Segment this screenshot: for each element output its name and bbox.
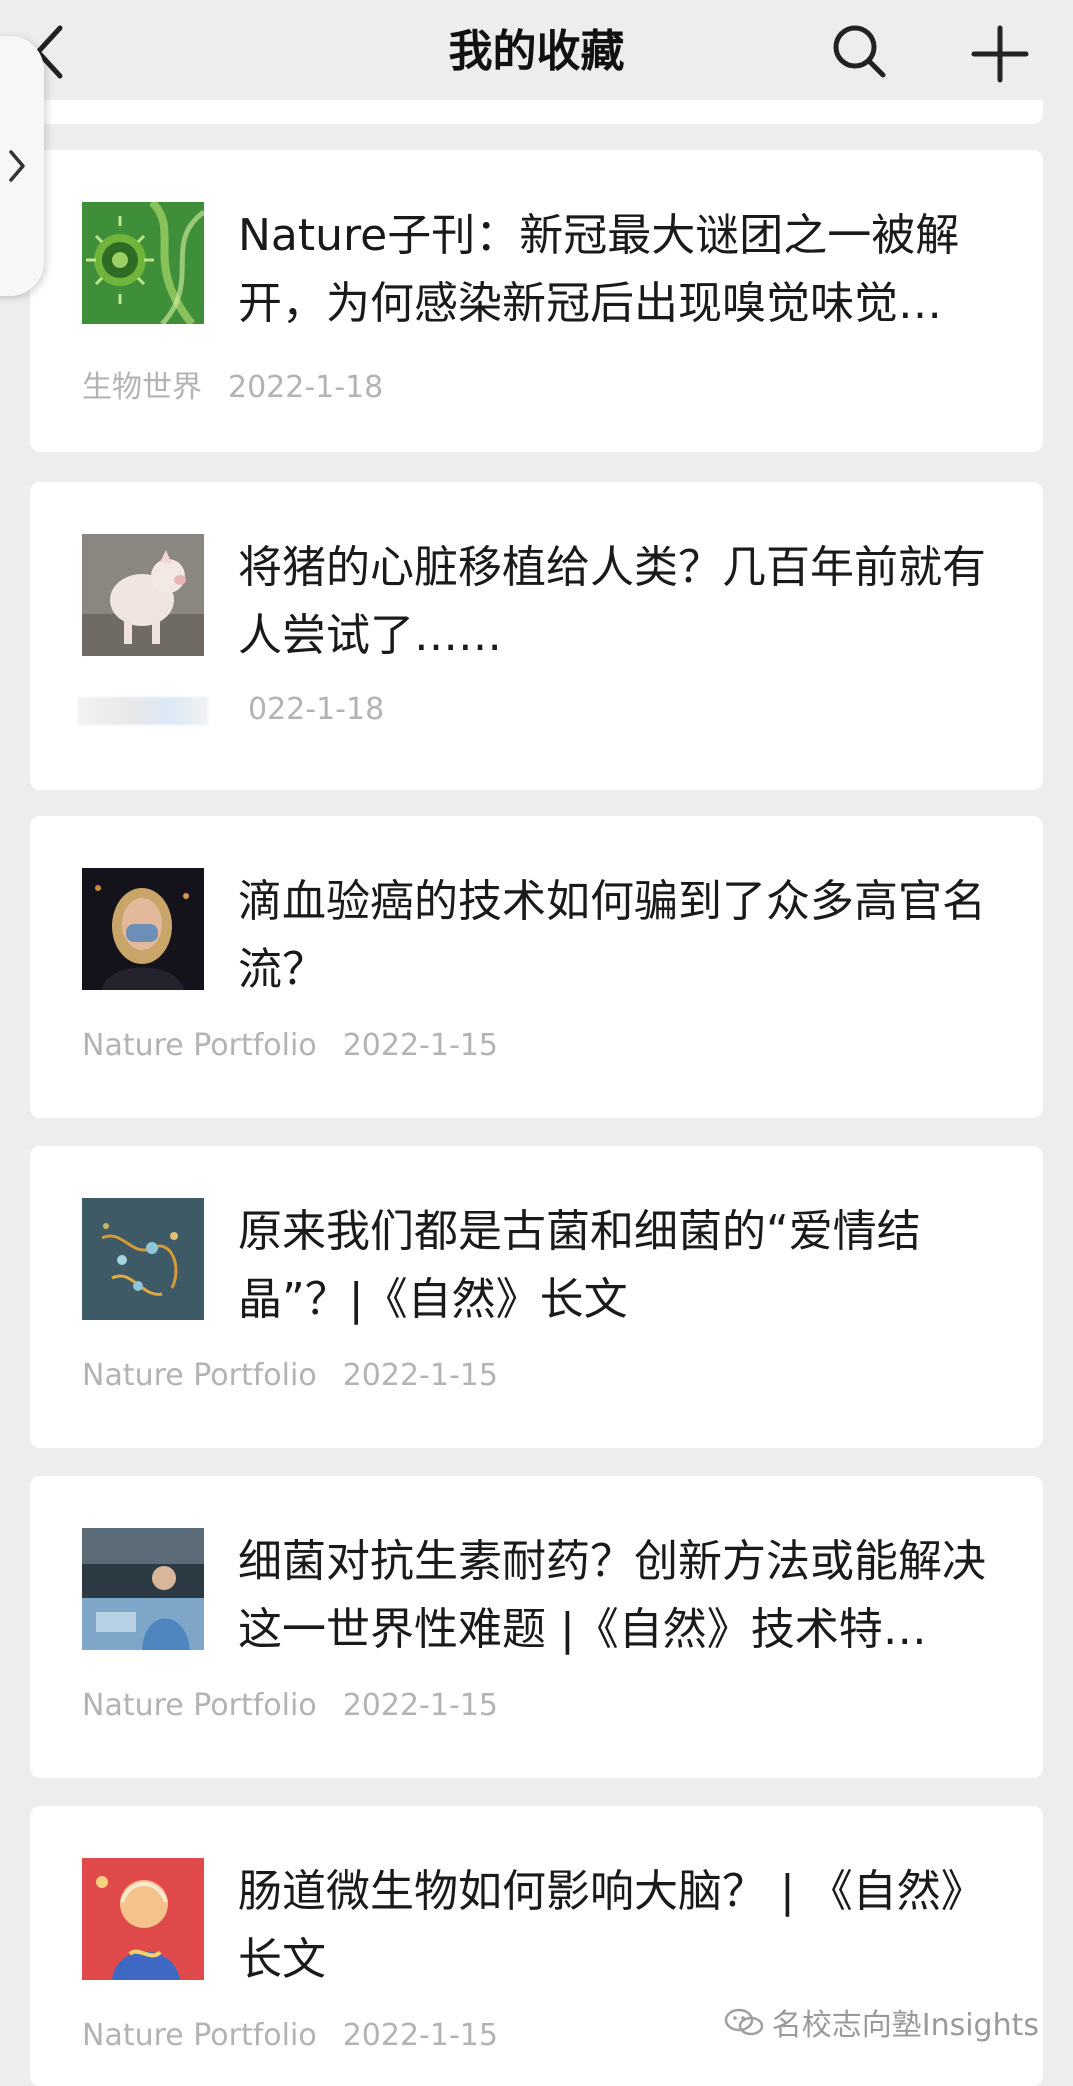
item-date: 2022-1-15 (342, 1028, 498, 1063)
item-title: 细菌对抗生素耐药？创新方法或能解决这一世界性难题 |《自然》技术特… (238, 1536, 986, 1655)
thumbnail-microbes (82, 1198, 204, 1320)
favorite-item[interactable]: 肠道微生物如何影响大脑？ | 《自然》长文 Nature Portfolio 20… (30, 1806, 1043, 2086)
chevron-right-icon (9, 150, 25, 182)
favorite-item[interactable]: 细菌对抗生素耐药？创新方法或能解决这一世界性难题 |《自然》技术特… Natur… (30, 1476, 1043, 1778)
item-meta: 生物世界 2022-1-18 (82, 362, 383, 406)
item-date: 2022-1-18 (228, 370, 384, 405)
thumbnail-piglet (82, 534, 204, 656)
item-title: 原来我们都是古菌和细菌的“爱情结晶”？|《自然》长文 (238, 1206, 921, 1325)
watermark: 名校志向塾Insights (724, 2000, 1039, 2044)
thumbnail-portrait (82, 868, 204, 990)
item-source: Nature Portfolio (82, 1028, 317, 1063)
item-source: Nature Portfolio (82, 2018, 317, 2053)
item-source: 生物世界 (82, 370, 202, 405)
thumbnail-virus (82, 202, 204, 324)
item-title: 滴血验癌的技术如何骗到了众多高官名流？ (238, 876, 986, 995)
item-title: 肠道微生物如何影响大脑？ | 《自然》长文 (238, 1866, 985, 1985)
top-bar: 我的收藏 (0, 0, 1073, 112)
item-meta: Nature Portfolio 2022-1-15 (82, 1028, 498, 1063)
search-icon[interactable] (830, 22, 888, 80)
previous-card-edge (30, 100, 1043, 124)
item-meta: Nature Portfolio 2022-1-15 (82, 1688, 498, 1723)
item-title: Nature子刊：新冠最大谜团之一被解开，为何感染新冠后出现嗅觉味觉… (238, 210, 960, 329)
watermark-text: 名校志向塾Insights (771, 2008, 1039, 2043)
favorite-item[interactable]: 原来我们都是古菌和细菌的“爱情结晶”？|《自然》长文 Nature Portfo… (30, 1146, 1043, 1448)
page-title: 我的收藏 (448, 26, 625, 77)
item-date: 2022-1-15 (342, 2018, 498, 2053)
thumbnail-lab (82, 1528, 204, 1650)
item-date: 2022-1-15 (342, 1688, 498, 1723)
item-meta: Nature Portfolio 2022-1-15 (82, 1358, 498, 1393)
add-icon[interactable] (970, 24, 1030, 84)
item-meta: Nature Portfolio 2022-1-15 (82, 2018, 498, 2053)
favorite-item[interactable]: Nature子刊：新冠最大谜团之一被解开，为何感染新冠后出现嗅觉味觉… 生物世界… (30, 150, 1043, 452)
item-source: Nature Portfolio (82, 1688, 317, 1723)
item-source-blurred (78, 696, 208, 725)
thumbnail-gut-brain (82, 1858, 204, 1980)
favorite-item[interactable]: 滴血验癌的技术如何骗到了众多高官名流？ Nature Portfolio 2022… (30, 816, 1043, 1118)
item-date: 022-1-18 (248, 692, 385, 727)
item-meta: 022-1-18 (78, 692, 384, 727)
favorite-item[interactable]: 将猪的心脏移植给人类？几百年前就有人尝试了…… 022-1-18 (30, 482, 1043, 790)
wechat-icon (724, 2008, 763, 2036)
item-source: Nature Portfolio (82, 1358, 317, 1393)
side-drawer-handle[interactable] (0, 36, 44, 296)
item-date: 2022-1-15 (342, 1358, 498, 1393)
item-title: 将猪的心脏移植给人类？几百年前就有人尝试了…… (238, 542, 986, 661)
